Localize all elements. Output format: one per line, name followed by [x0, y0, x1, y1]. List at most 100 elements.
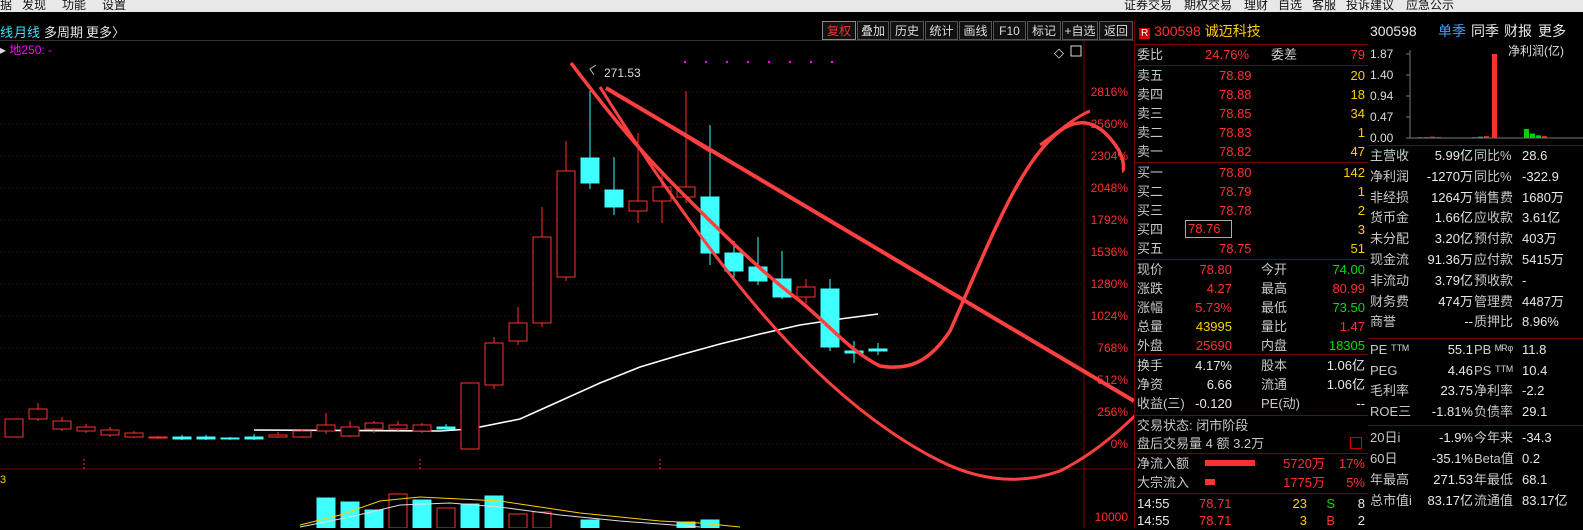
stat-label-2: 流通 — [1261, 377, 1288, 392]
order-level[interactable]: 买二 78.79 1 — [1137, 182, 1365, 201]
overlay-button[interactable]: 叠加 — [857, 21, 889, 40]
diamond-icon[interactable]: ◇ — [1054, 45, 1064, 60]
order-level[interactable]: 卖四 78.88 18 — [1137, 85, 1365, 104]
annotation-drawings — [569, 61, 1134, 481]
stat-label: 收益(三) — [1137, 396, 1185, 411]
f10-value-2: 83.17亿 — [1522, 493, 1568, 508]
menu-item-data[interactable]: 据 — [0, 0, 12, 12]
mark-button[interactable]: 标记 — [1027, 21, 1061, 40]
f10-value: 23.75 — [1440, 383, 1473, 398]
tick-list: 14:55 78.71 23 S 8 14:55 78.71 3 B 2 — [1135, 494, 1368, 528]
profit-bar — [1530, 133, 1535, 138]
multi-period[interactable]: 多周期 — [44, 22, 83, 41]
order-level[interactable]: 卖二 78.83 1 — [1137, 123, 1365, 142]
order-level[interactable]: 买三 78.78 2 — [1137, 201, 1365, 220]
f10-value: 5.99亿 — [1434, 148, 1473, 163]
quote-panel: R 300598 诚迈科技 委比 24.76% 委差 79 卖五 78.89 20 卖… — [1134, 20, 1369, 528]
menu-item-service[interactable]: 客服 — [1312, 0, 1336, 12]
tick-count: 2 — [1357, 513, 1365, 528]
annotation-hook — [1039, 109, 1091, 147]
candle-body — [76, 426, 96, 432]
stat-label-2: 内盘 — [1261, 338, 1288, 353]
order-level[interactable]: 卖五 78.89 20 — [1137, 66, 1365, 85]
f10-tab-more[interactable]: 更多 — [1538, 22, 1566, 41]
stat-label-2: 最低 — [1261, 300, 1288, 315]
f10-label: 总市值i — [1370, 493, 1412, 508]
f10-label: 货币金 — [1370, 210, 1410, 226]
pct-tick-label: 1280% — [1091, 277, 1129, 291]
order-level[interactable]: 买一 78.80 142 — [1137, 163, 1365, 182]
period-line[interactable]: 线 — [0, 22, 13, 41]
candle-body — [508, 322, 528, 342]
signal-dot — [725, 60, 729, 64]
order-level[interactable]: 买五 78.75 51 — [1137, 239, 1365, 258]
candle-body — [604, 189, 624, 208]
stat-label: 净资 — [1137, 377, 1164, 392]
pct-tick-label: 2048% — [1091, 181, 1129, 195]
f10-label-2: 预收款 — [1474, 272, 1514, 288]
menu-item-feedback[interactable]: 投诉建议 — [1346, 0, 1394, 12]
order-level[interactable]: 卖一 78.82 47 — [1137, 142, 1365, 161]
menu-item-trade[interactable]: 证券交易 — [1124, 0, 1172, 12]
f10-label-2: PS ᵀᵀᴹ — [1474, 362, 1513, 378]
order-level[interactable]: 卖三 78.85 34 — [1137, 104, 1365, 123]
stat-label: 换手 — [1137, 358, 1164, 373]
f10-row: 货币金 1.66亿 应收款 3.61亿 — [1370, 208, 1583, 227]
bid-levels: 买一 78.80 142 买二 78.79 1 买三 78.78 2 买四 78.76 3 买五 78.7… — [1135, 163, 1368, 258]
kline-chart[interactable]: 2816%2560%2304%2048%1792%1536%1280%1024%… — [0, 41, 1134, 528]
f10-value-2: - — [1522, 272, 1527, 288]
ma250-line — [253, 313, 879, 432]
candle-body — [868, 348, 888, 352]
f10-value: 474万 — [1438, 293, 1473, 309]
menu-item-settings[interactable]: 设置 — [102, 0, 126, 12]
f10-tab-same-quarter[interactable]: 同季 — [1471, 22, 1499, 41]
quote-stat-row: 外盘 25690 内盘 18305 — [1137, 336, 1365, 355]
expand-icon[interactable] — [1350, 437, 1362, 449]
f10-row: 20日i -1.9% 今年来 -34.3 — [1370, 428, 1583, 447]
window-icon[interactable] — [1070, 45, 1082, 57]
stat-value-2: 73.50 — [1332, 300, 1365, 315]
menu-item-watchlist[interactable]: 自选 — [1278, 0, 1302, 12]
order-level[interactable]: 买四 78.76 3 — [1137, 220, 1365, 239]
f10-tab-report[interactable]: 财报 — [1504, 22, 1532, 41]
candle-body — [628, 200, 648, 212]
profit-bar — [1478, 136, 1483, 138]
f10-tab-quarter[interactable]: 单季 — [1438, 22, 1466, 41]
menu-item-options[interactable]: 期权交易 — [1184, 0, 1232, 12]
peak-marker — [589, 64, 597, 76]
f10-value: 1264万 — [1431, 189, 1473, 205]
trade-status: 交易状态: 闭市阶段 — [1137, 418, 1249, 433]
stat-label: 现价 — [1137, 262, 1164, 277]
quote-stat-row: 现价 78.80 今开 74.00 — [1137, 260, 1365, 279]
level-label: 买三 — [1137, 203, 1164, 218]
level-volume: 1 — [1357, 125, 1365, 140]
period-monthly[interactable]: 月线 — [14, 22, 40, 41]
restore-rights-button[interactable]: 复权 — [822, 21, 856, 40]
menu-item-discover[interactable]: 发现 — [22, 0, 46, 12]
signal-dot — [809, 60, 813, 64]
stock-name: 诚迈科技 — [1204, 23, 1261, 39]
f10-button[interactable]: F10 — [993, 21, 1026, 40]
f10-value-2: -34.3 — [1522, 430, 1552, 445]
profit-bar — [1424, 137, 1429, 138]
f10-label-2: 流通值 — [1474, 493, 1514, 508]
stat-value-2: 1.06亿 — [1326, 377, 1365, 392]
volume-bar — [460, 503, 480, 528]
menu-item-function[interactable]: 功能 — [62, 0, 86, 12]
menu-item-notice[interactable]: 应急公示 — [1406, 0, 1454, 12]
level-volume: 2 — [1357, 203, 1365, 218]
y-tick: 0.00 — [1370, 131, 1394, 145]
add-watchlist-button[interactable]: +自选 — [1062, 21, 1098, 40]
f10-value: 91.36万 — [1427, 252, 1473, 267]
level-price: 78.83 — [1219, 125, 1252, 140]
tick-side: B — [1326, 513, 1335, 528]
stats-button[interactable]: 统计 — [925, 21, 958, 40]
history-button[interactable]: 历史 — [890, 21, 924, 40]
more-menu[interactable]: 更多〉 — [86, 22, 125, 41]
ask-levels: 卖五 78.89 20 卖四 78.88 18 卖三 78.85 34 卖二 78.83 1 卖一 78.… — [1135, 66, 1368, 161]
menu-item-finance[interactable]: 理财 — [1244, 0, 1268, 12]
f10-value: 4.46 — [1447, 362, 1473, 378]
candle-body — [268, 434, 288, 438]
draw-line-button[interactable]: 画线 — [959, 21, 992, 40]
back-button[interactable]: 返回 — [1099, 21, 1133, 40]
